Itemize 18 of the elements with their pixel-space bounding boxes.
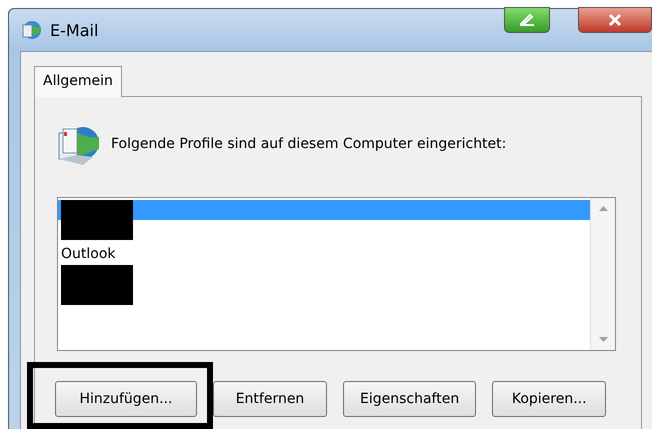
- redaction-block: [61, 200, 133, 240]
- redaction-block: [61, 265, 133, 305]
- close-icon: [607, 13, 623, 27]
- profiles-heading: Folgende Profile sind auf diesem Computer eingerichtet:: [111, 136, 506, 152]
- profile-item[interactable]: Outlook: [58, 242, 590, 265]
- down-arrow-icon: [598, 337, 608, 342]
- window-title: E-Mail: [50, 20, 98, 40]
- up-arrow-icon: [598, 206, 608, 211]
- profile-list[interactable]: Outlook: [57, 197, 616, 351]
- scrollbar[interactable]: [590, 198, 615, 350]
- dialog-button[interactable]: Kopieren...: [492, 381, 606, 417]
- dialog-button[interactable]: Hinzufügen...: [55, 381, 197, 417]
- close-button[interactable]: [578, 7, 652, 33]
- dialog-button[interactable]: Entfernen: [213, 381, 327, 417]
- tab[interactable]: Allgemein: [34, 66, 122, 97]
- dialog-button[interactable]: Eigenschaften: [343, 381, 476, 417]
- edit-button[interactable]: [504, 7, 550, 33]
- mail-globe-icon: [20, 19, 42, 41]
